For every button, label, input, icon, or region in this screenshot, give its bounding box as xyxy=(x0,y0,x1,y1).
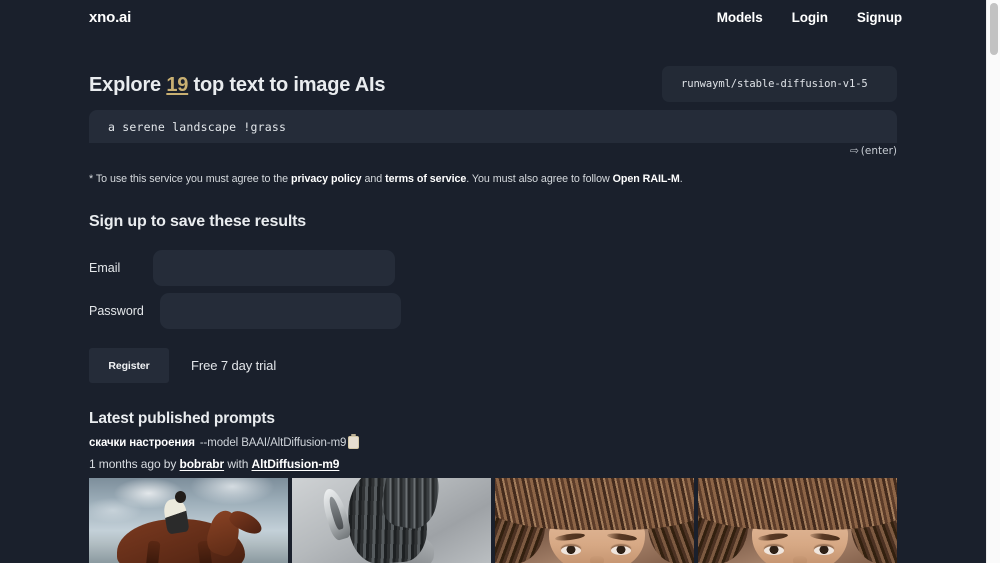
enter-arrow-icon: ⇨ xyxy=(849,145,859,157)
horse-leg-front xyxy=(145,540,161,563)
prompt-input-wrapper[interactable]: a serene landscape !grass xyxy=(89,110,897,143)
model-count-link[interactable]: 19 xyxy=(166,74,188,96)
nav-link-models[interactable]: Models xyxy=(717,10,763,25)
portrait-eye-left xyxy=(561,546,581,555)
thumbnail-gallery xyxy=(89,478,897,563)
disclaimer-part-2: and xyxy=(361,173,386,185)
signup-heading: Sign up to save these results xyxy=(89,213,307,230)
password-input[interactable] xyxy=(160,293,401,329)
scrollbar-thumb[interactable] xyxy=(990,3,998,55)
enter-hint-label: (enter) xyxy=(860,145,897,157)
latest-prompts-heading: Latest published prompts xyxy=(89,410,275,427)
nav-link-login[interactable]: Login xyxy=(792,10,828,25)
published-prompt-title[interactable]: скачки настроения xyxy=(89,437,195,449)
main-nav: Models Login Signup xyxy=(717,10,902,25)
thumbnail-image-4[interactable] xyxy=(698,478,897,563)
author-link[interactable]: bobrabr xyxy=(179,457,224,471)
legal-disclaimer: * To use this service you must agree to … xyxy=(89,173,683,185)
published-prompt-line: скачки настроения --model BAAI/AltDiffusi… xyxy=(89,434,360,449)
register-row: Register Free 7 day trial xyxy=(89,348,276,383)
rider-head-shape xyxy=(175,491,186,503)
open-rail-m-link[interactable]: Open RAIL-M xyxy=(613,173,680,185)
site-logo[interactable]: xno.ai xyxy=(89,9,131,26)
password-label: Password xyxy=(89,304,144,318)
email-label: Email xyxy=(89,261,121,275)
disclaimer-part-3: . You must also agree to follow xyxy=(466,173,613,185)
model-selector[interactable]: runwayml/stable-diffusion-v1-5 xyxy=(662,66,897,102)
enter-hint: ⇨ (enter) xyxy=(850,145,897,157)
model-link[interactable]: AltDiffusion-m9 xyxy=(252,457,340,471)
portrait-eye-right xyxy=(814,546,834,555)
attribution-with: with xyxy=(224,457,252,471)
page-title: Explore 19 top text to image AIs xyxy=(89,74,385,97)
page-title-suffix: top text to image AIs xyxy=(188,74,386,96)
attribution-time: 1 months ago by xyxy=(89,457,180,471)
prompt-input[interactable]: a serene landscape !grass xyxy=(108,120,286,134)
published-prompt-args: --model BAAI/AltDiffusion-m9 xyxy=(199,436,347,449)
thumbnail-image-1[interactable] xyxy=(89,478,288,563)
rider-body-shape xyxy=(162,497,190,535)
portrait-nose xyxy=(590,556,604,563)
password-field-row: Password xyxy=(89,293,401,329)
thumbnail-image-2[interactable] xyxy=(292,478,491,563)
page-title-prefix: Explore xyxy=(89,74,167,96)
terms-of-service-link[interactable]: terms of service xyxy=(385,173,466,185)
disclaimer-part-4: . xyxy=(679,173,683,185)
register-button[interactable]: Register xyxy=(89,348,169,383)
disclaimer-part-1: * To use this service you must agree to … xyxy=(89,173,291,185)
portrait-hair-top xyxy=(495,478,694,530)
nav-link-signup[interactable]: Signup xyxy=(857,10,902,25)
published-prompt-attribution: 1 months ago by bobrabr with AltDiffusio… xyxy=(89,457,339,471)
email-input[interactable] xyxy=(153,250,395,286)
model-selector-label: runwayml/stable-diffusion-v1-5 xyxy=(681,78,868,90)
vertical-scrollbar[interactable] xyxy=(986,0,1000,563)
clipboard-icon[interactable] xyxy=(348,434,360,449)
portrait-eye-left xyxy=(764,546,784,555)
site-header: xno.ai Models Login Signup xyxy=(0,0,986,34)
free-trial-label: Free 7 day trial xyxy=(191,358,277,373)
privacy-policy-link[interactable]: privacy policy xyxy=(291,173,362,185)
portrait-hair-top xyxy=(698,478,897,530)
portrait-nose xyxy=(793,556,807,563)
email-field-row: Email xyxy=(89,250,395,286)
thumbnail-image-3[interactable] xyxy=(495,478,694,563)
page-root: xno.ai Models Login Signup Explore 19 to… xyxy=(0,0,986,563)
portrait-eye-right xyxy=(611,546,631,555)
